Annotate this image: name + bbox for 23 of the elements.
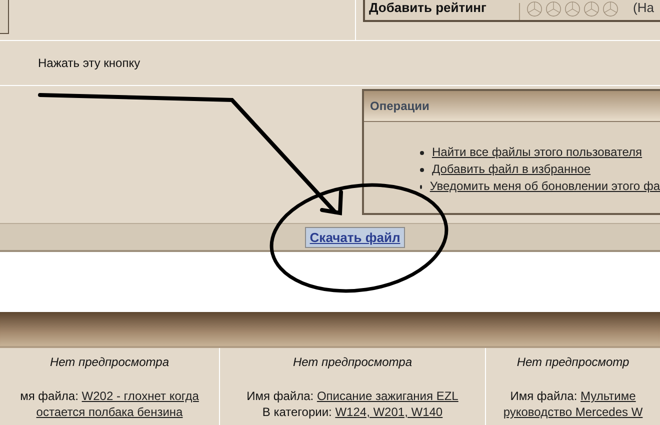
bullet-icon: [420, 168, 424, 172]
category-label: В категории:: [262, 405, 332, 419]
instruction-text: Нажать эту кнопку: [38, 56, 140, 70]
operation-link[interactable]: Найти все файлы этого пользователя: [432, 144, 642, 161]
file-name-link[interactable]: Описание зажигания EZL: [316, 389, 458, 403]
file-name-label: Имя файла:: [246, 389, 314, 403]
file-name-link[interactable]: W202 - глохнет когда: [82, 389, 199, 403]
panel-title: Операции: [370, 99, 430, 113]
file-name-label: Имя файла:: [510, 389, 578, 403]
rating-note: (На: [633, 3, 654, 17]
rating-label: Добавить рейтинг: [365, 3, 520, 20]
bullet-icon: [420, 150, 424, 154]
preview-text: Нет предпросмотра: [292, 354, 414, 370]
file-name-link[interactable]: остается полбака бензина: [36, 405, 183, 419]
category-link[interactable]: W124, W201, W140: [335, 405, 443, 419]
file-name-link[interactable]: руководство Mercedes W: [503, 405, 643, 419]
operation-link[interactable]: Уведомить меня об боновлении этого фа: [430, 178, 660, 195]
file-name-link[interactable]: Мультиме: [580, 389, 636, 403]
preview-text: Нет предпросмотра: [48, 354, 170, 370]
operation-link[interactable]: Добавить файл в избранное: [432, 161, 591, 178]
download-button[interactable]: Скачать файл: [304, 226, 406, 248]
preview-text: Нет предпросмотр: [516, 354, 630, 370]
file-name-label: мя файла:: [20, 389, 78, 403]
